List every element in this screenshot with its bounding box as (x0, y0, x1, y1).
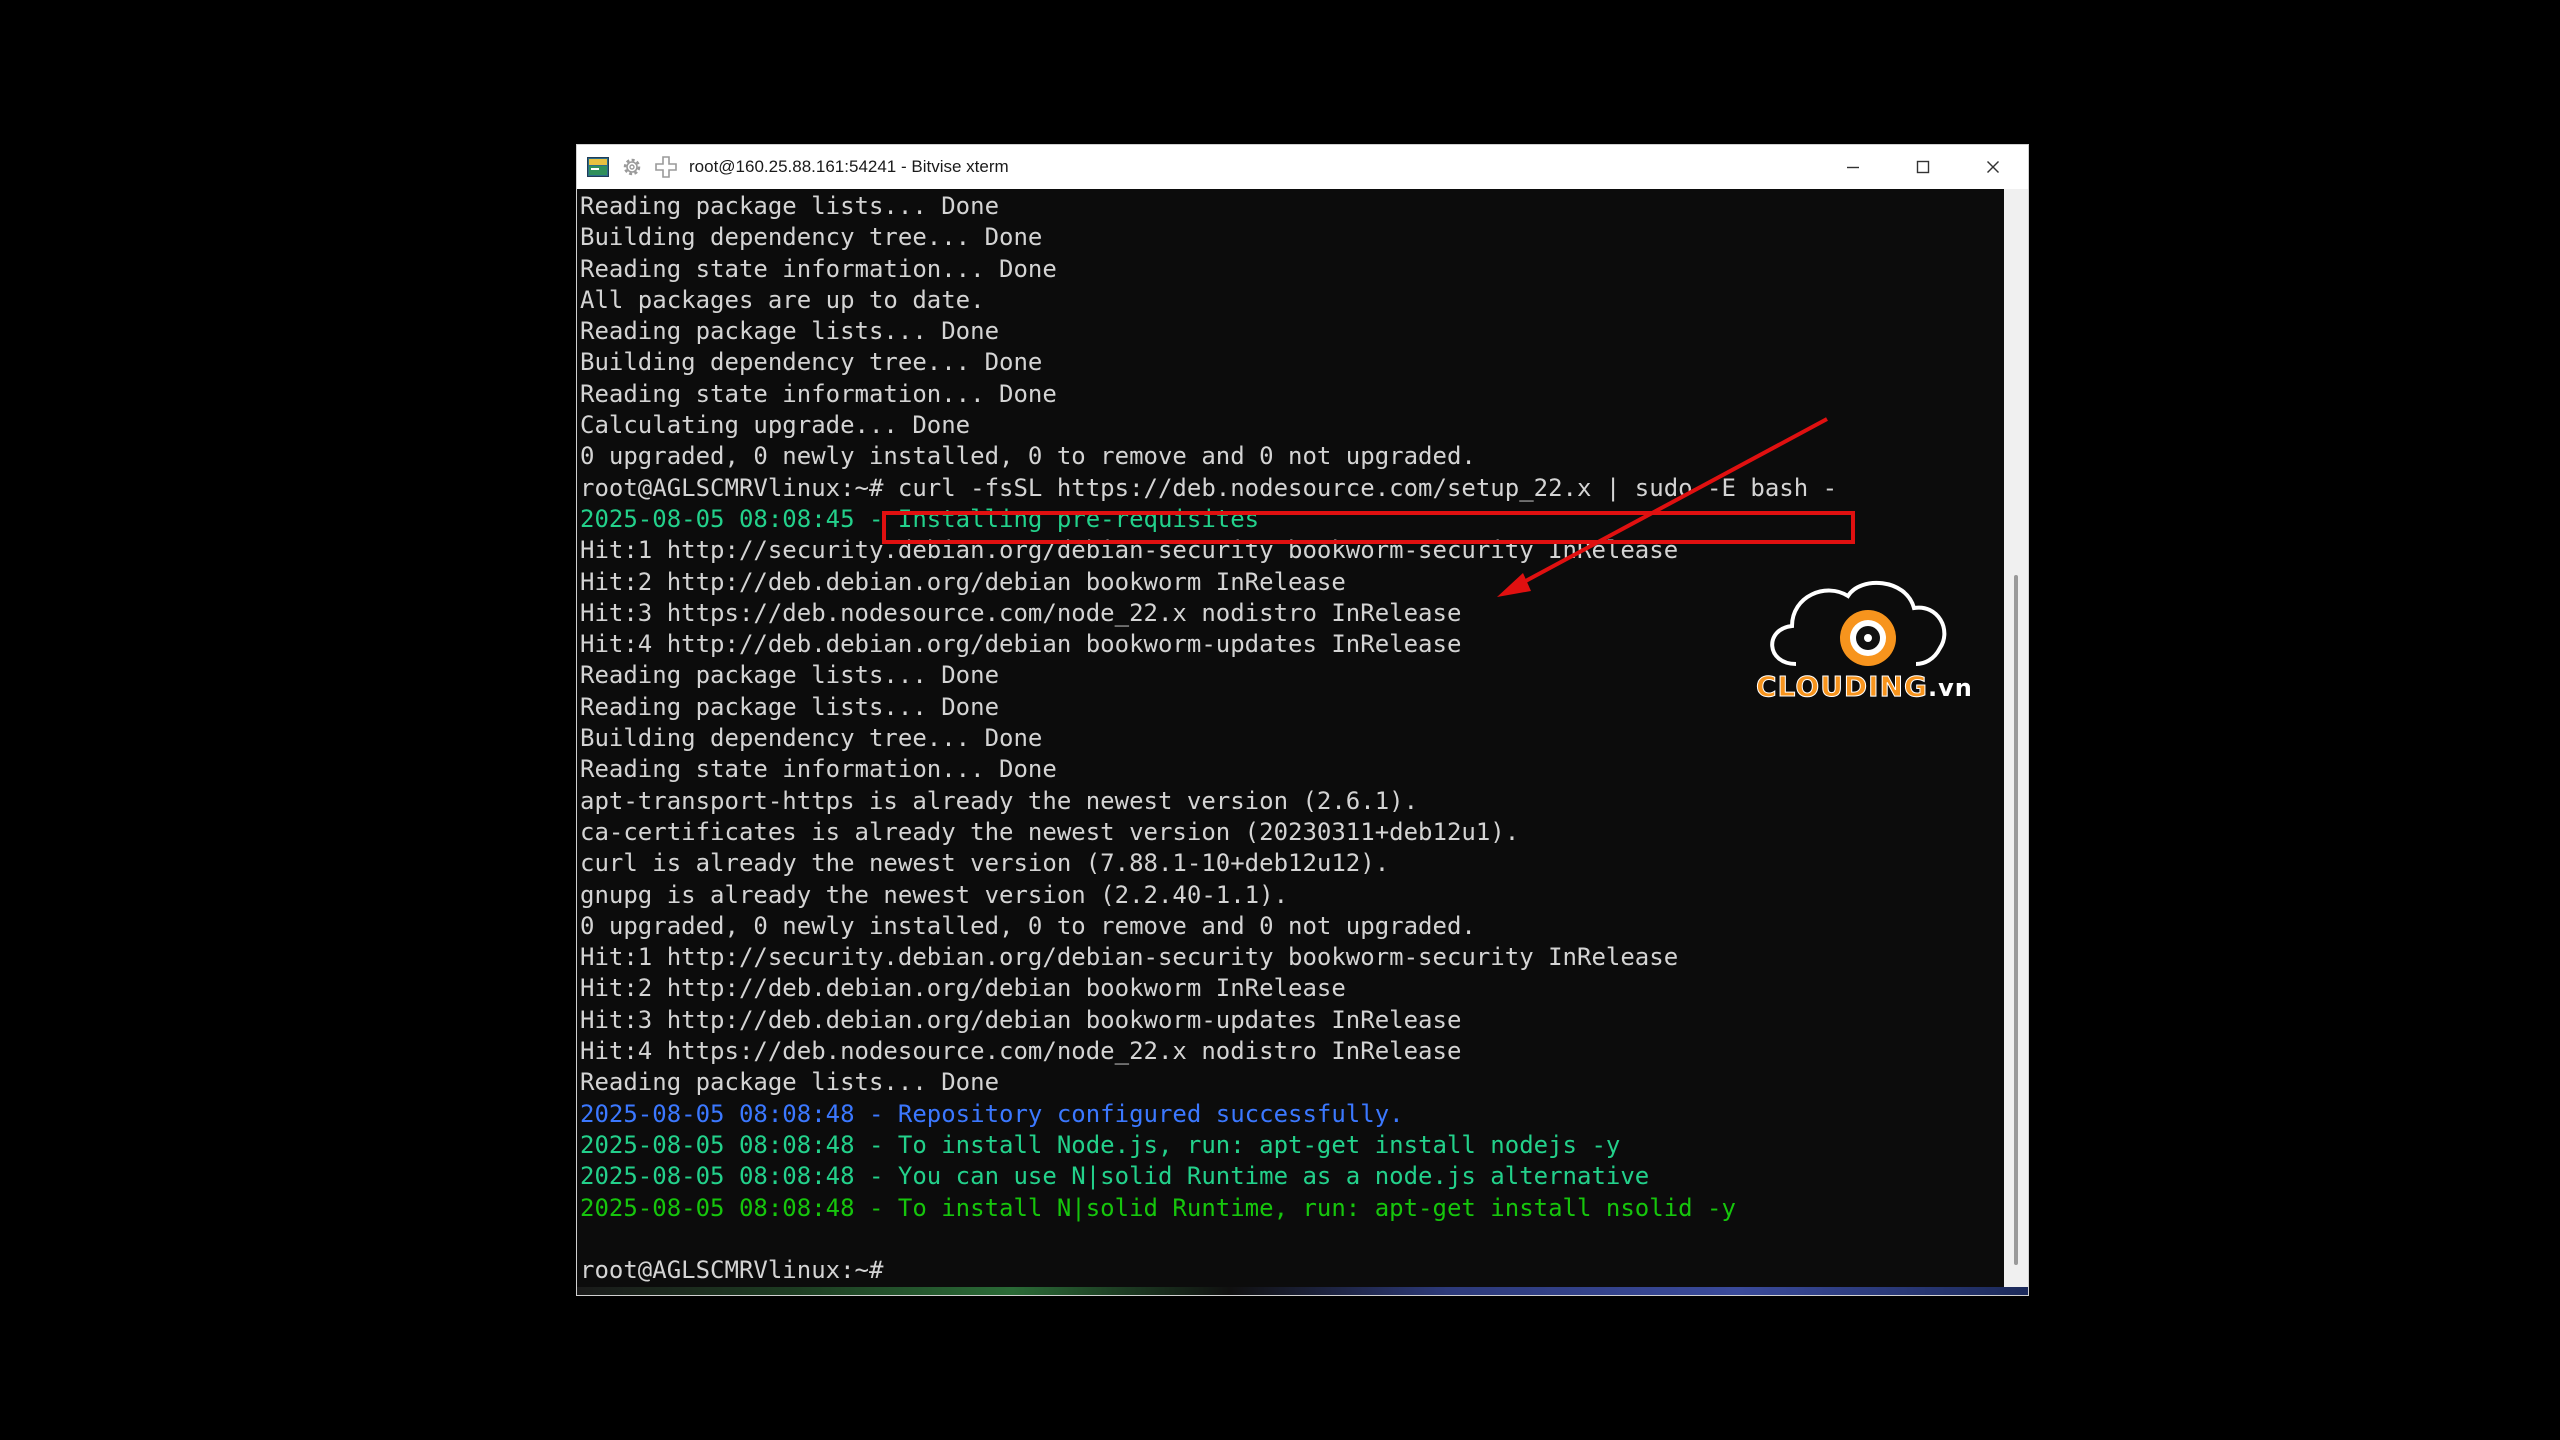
terminal-line: 2025-08-05 08:08:45 - Installing pre-req… (580, 504, 1260, 533)
terminal-line: Reading state information... Done (580, 755, 1057, 784)
close-icon (1987, 161, 1999, 173)
terminal-window[interactable]: root@160.25.88.161:54241 - Bitvise xterm (576, 144, 2029, 1296)
clouding-logo: CLOUDING.vn (1755, 574, 1992, 710)
terminal-line: Hit:2 http://deb.debian.org/debian bookw… (580, 567, 1346, 596)
terminal-line: Reading state information... Done (580, 254, 1057, 283)
move-cross-icon[interactable] (653, 154, 679, 180)
terminal-line: 2025-08-05 08:08:48 - To install N|solid… (580, 1193, 1736, 1222)
window-controls (1818, 145, 2028, 189)
terminal-line: Reading package lists... Done (580, 192, 1000, 220)
terminal-line: Hit:3 http://deb.debian.org/debian bookw… (580, 1005, 1462, 1034)
terminal-line: Hit:1 http://security.debian.org/debian-… (580, 943, 1679, 972)
terminal-line: Hit:2 http://deb.debian.org/debian bookw… (580, 974, 1346, 1003)
terminal-line: Building dependency tree... Done (580, 223, 1043, 252)
terminal-line: Reading package lists... Done (580, 317, 1000, 346)
terminal-lines: Reading package lists... Done Building de… (580, 191, 1837, 1286)
minimize-icon (1847, 166, 1859, 169)
terminal-line: All packages are up to date. (580, 285, 985, 314)
terminal-line: 0 upgraded, 0 newly installed, 0 to remo… (580, 442, 1476, 471)
terminal-line: Reading package lists... Done (580, 661, 1000, 690)
close-button[interactable] (1958, 145, 2028, 189)
terminal-line: Reading package lists... Done (580, 692, 1000, 721)
cloud-logo-icon (1770, 580, 1947, 666)
terminal-line: curl is already the newest version (7.88… (580, 849, 1390, 878)
terminal-output[interactable]: Reading package lists... Done Building de… (577, 189, 2004, 1287)
terminal-line: Building dependency tree... Done (580, 348, 1043, 377)
vertical-scrollbar[interactable] (2004, 189, 2028, 1287)
terminal-line: gnupg is already the newest version (2.2… (580, 880, 1289, 909)
terminal-line: root@AGLSCMRVlinux:~# curl -fsSL https:/… (580, 473, 1838, 502)
terminal-line: 2025-08-05 08:08:48 - To install Node.js… (580, 1130, 1621, 1159)
terminal-line: 2025-08-05 08:08:48 - You can use N|soli… (580, 1162, 1650, 1191)
desktop-background-strip (577, 1287, 2028, 1295)
terminal-line: Reading state information... Done (580, 379, 1057, 408)
scrollbar-thumb[interactable] (2014, 575, 2018, 1265)
terminal-line: Hit:4 http://deb.debian.org/debian bookw… (580, 630, 1462, 659)
terminal-line: Building dependency tree... Done (580, 724, 1043, 753)
window-title: root@160.25.88.161:54241 - Bitvise xterm (689, 157, 1009, 176)
terminal-line: 0 upgraded, 0 newly installed, 0 to remo… (580, 911, 1476, 940)
terminal-line: Hit:1 http://security.debian.org/debian-… (580, 536, 1679, 565)
maximize-button[interactable] (1888, 145, 1958, 189)
terminal-line: Hit:4 https://deb.nodesource.com/node_22… (580, 1037, 1462, 1066)
screenshot-stage: root@160.25.88.161:54241 - Bitvise xterm (0, 0, 2560, 1440)
terminal-line: Hit:3 https://deb.nodesource.com/node_22… (580, 598, 1462, 627)
terminal-line: apt-transport-https is already the newes… (580, 786, 1419, 815)
terminal-line: ca-certificates is already the newest ve… (580, 817, 1520, 846)
terminal-line: 2025-08-05 08:08:48 - Repository configu… (580, 1099, 1404, 1128)
terminal-line: Reading package lists... Done (580, 1068, 1000, 1097)
title-bar[interactable]: root@160.25.88.161:54241 - Bitvise xterm (577, 145, 2028, 189)
terminal-line: root@AGLSCMRVlinux:~# (580, 1256, 884, 1285)
gear-icon[interactable] (619, 154, 645, 180)
maximize-icon (1916, 160, 1930, 174)
bitvise-terminal-icon[interactable] (585, 154, 611, 180)
minimize-button[interactable] (1818, 145, 1888, 189)
logo-wordmark: CLOUDING.vn (1755, 670, 1973, 704)
terminal-line: Calculating upgrade... Done (580, 411, 971, 440)
